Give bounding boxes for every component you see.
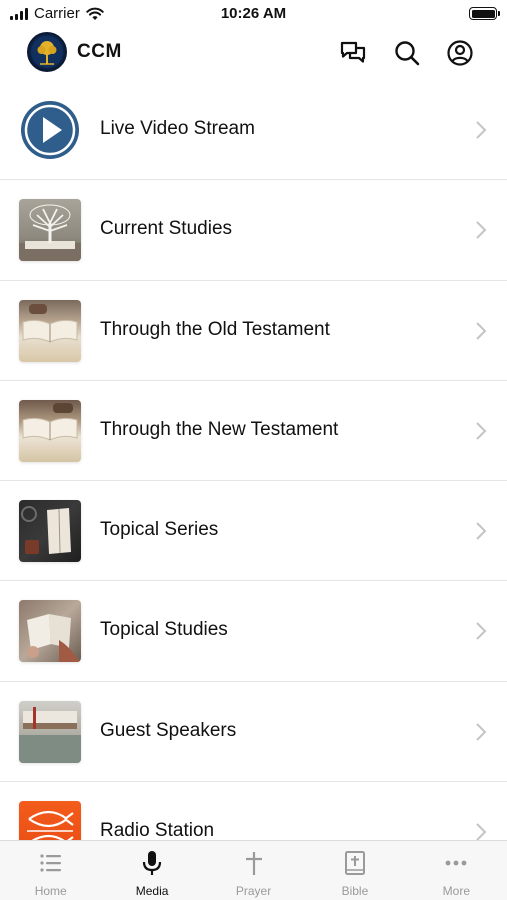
tab-label: Home bbox=[34, 884, 67, 898]
list-item-live-video-stream[interactable]: Live Video Stream bbox=[0, 80, 507, 181]
chevron-right-icon bbox=[476, 522, 487, 540]
chevron-right-icon bbox=[476, 723, 487, 741]
list-item-current-studies[interactable]: Current Studies bbox=[0, 180, 507, 281]
tab-bar: Home Media Prayer Bible More bbox=[0, 840, 507, 900]
list-item-guest-speakers[interactable]: Guest Speakers bbox=[0, 682, 507, 783]
chat-icon[interactable] bbox=[339, 39, 367, 67]
status-bar: Carrier 10:26 AM bbox=[0, 0, 507, 28]
app-header: CCM bbox=[0, 28, 507, 82]
list-item-radio-station[interactable]: Radio Station bbox=[0, 782, 507, 840]
tab-home[interactable]: Home bbox=[0, 841, 101, 900]
reading-bible-thumbnail bbox=[19, 600, 81, 663]
bible-stack-thumbnail bbox=[19, 700, 81, 763]
tree-thumbnail bbox=[19, 199, 81, 262]
battery-fill bbox=[471, 9, 495, 18]
item-label: Radio Station bbox=[100, 820, 215, 840]
item-label: Current Studies bbox=[100, 218, 233, 240]
bible-icon bbox=[344, 851, 365, 875]
microphone-icon bbox=[143, 851, 162, 875]
account-icon[interactable] bbox=[446, 39, 474, 67]
item-label: Guest Speakers bbox=[100, 719, 237, 741]
bible-on-desk-thumbnail bbox=[19, 500, 81, 563]
list-icon bbox=[40, 854, 61, 872]
item-label: Topical Studies bbox=[100, 619, 228, 641]
battery-icon bbox=[469, 7, 500, 20]
tab-label: Bible bbox=[341, 884, 369, 898]
app-title: CCM bbox=[77, 41, 122, 62]
list-item-new-testament[interactable]: Through the New Testament bbox=[0, 381, 507, 482]
search-icon[interactable] bbox=[393, 39, 421, 67]
chevron-right-icon bbox=[476, 221, 487, 240]
cross-icon bbox=[245, 852, 262, 875]
item-label: Through the New Testament bbox=[100, 418, 339, 440]
chevron-right-icon bbox=[476, 321, 487, 340]
chevron-right-icon bbox=[476, 422, 487, 440]
item-label: Topical Series bbox=[100, 519, 219, 541]
tab-label: Media bbox=[135, 884, 169, 898]
open-bible-thumbnail bbox=[19, 299, 81, 362]
tab-more[interactable]: More bbox=[406, 841, 507, 900]
chevron-right-icon bbox=[476, 622, 487, 641]
status-time: 10:26 AM bbox=[220, 5, 287, 22]
menu-list: Live Video Stream Current Studies Throug… bbox=[0, 80, 507, 840]
item-label: Live Video Stream bbox=[100, 118, 255, 139]
tab-label: More bbox=[442, 884, 470, 898]
tab-bible[interactable]: Bible bbox=[304, 841, 405, 900]
chevron-right-icon bbox=[476, 121, 487, 139]
list-item-old-testament[interactable]: Through the Old Testament bbox=[0, 281, 507, 381]
tab-label: Prayer bbox=[235, 884, 272, 898]
open-bible-thumbnail bbox=[19, 399, 81, 462]
list-item-topical-studies[interactable]: Topical Studies bbox=[0, 581, 507, 682]
logo-icon[interactable] bbox=[27, 32, 67, 72]
play-icon bbox=[19, 99, 81, 161]
tab-media[interactable]: Media bbox=[101, 841, 202, 900]
list-item-topical-series[interactable]: Topical Series bbox=[0, 481, 507, 582]
chevron-right-icon bbox=[476, 823, 487, 840]
fish-logo-thumbnail bbox=[19, 801, 81, 840]
ellipsis-icon bbox=[445, 860, 467, 866]
item-label: Through the Old Testament bbox=[100, 318, 330, 340]
tab-prayer[interactable]: Prayer bbox=[203, 841, 304, 900]
